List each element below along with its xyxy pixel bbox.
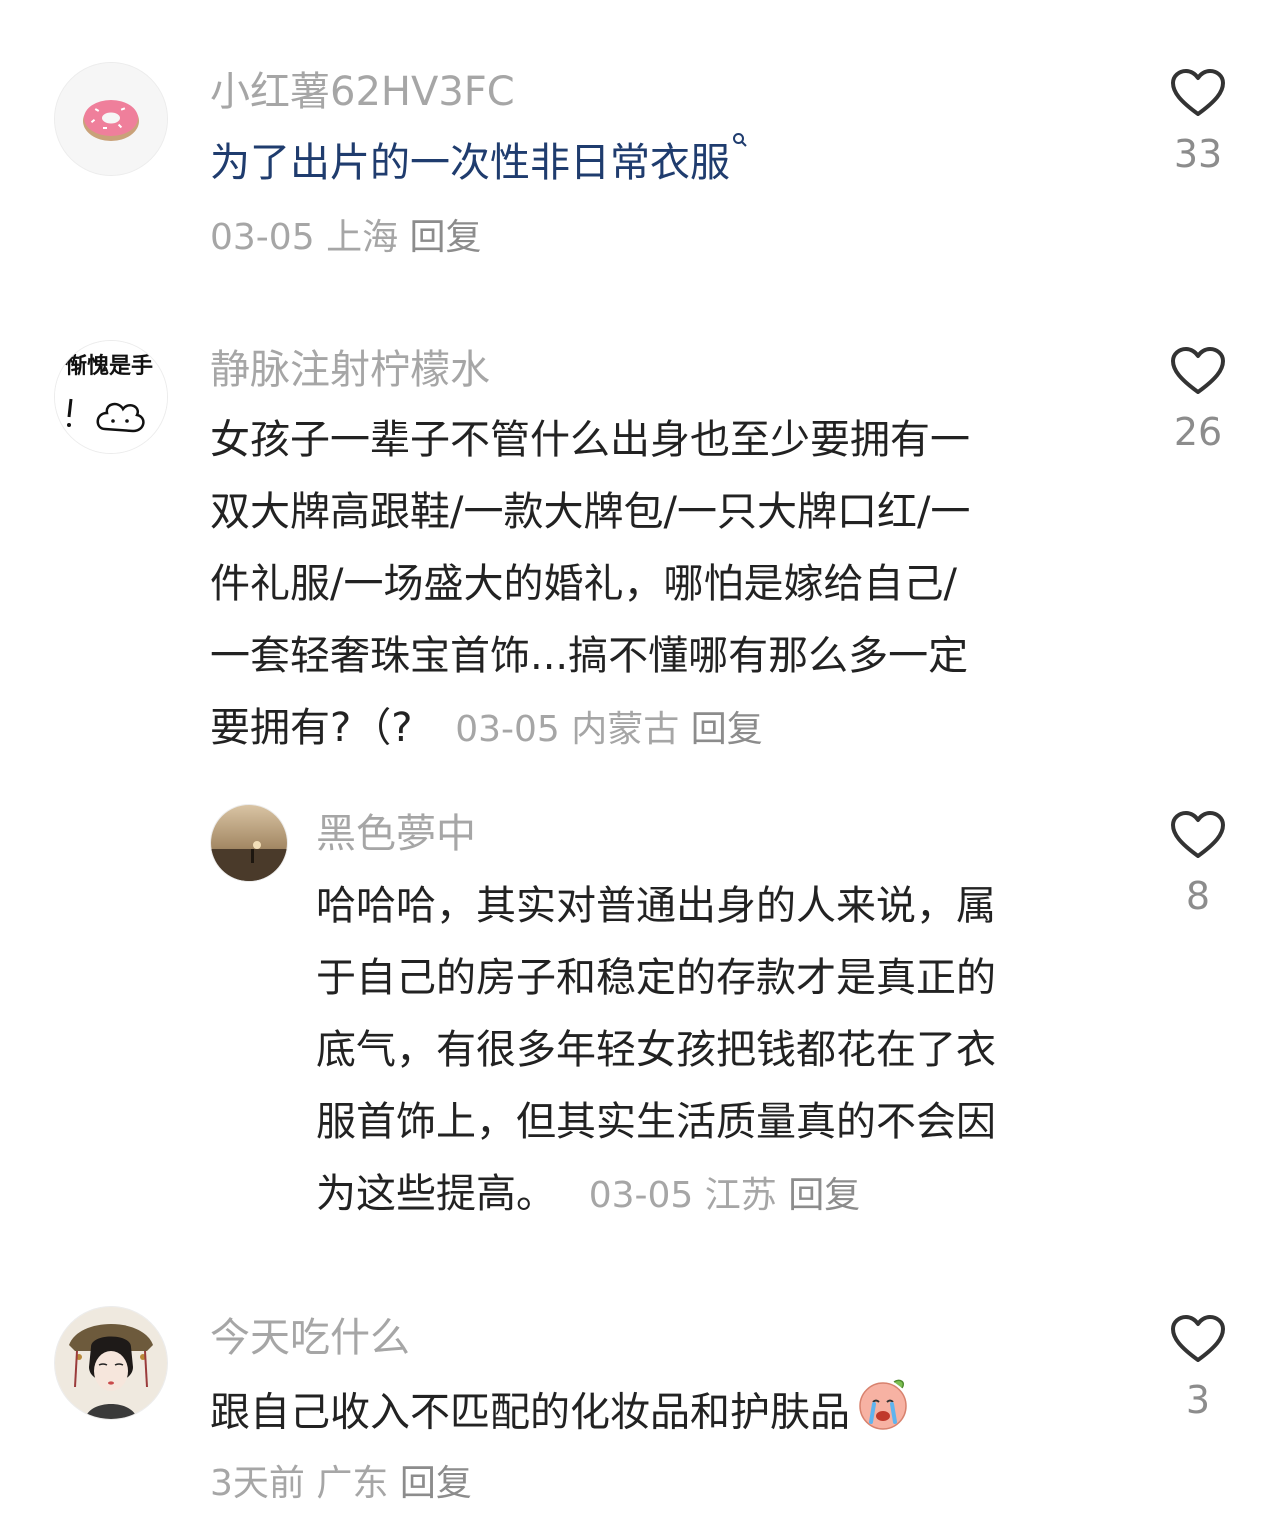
comment-item: 惭愧是手 静脉注射柠檬水 女孩子一辈子不管什么出身也至少要拥有一 双大牌高跟鞋/… — [0, 300, 1282, 780]
comment-meta: 03-05 上海 回复 — [210, 214, 482, 262]
comment-text-body: 跟自己收入不匹配的化妆品和护肤品 — [210, 1389, 850, 1436]
comment-line: 为这些提高。 — [316, 1171, 556, 1217]
comment-location: 上海 — [326, 217, 399, 258]
comment-location: 江苏 — [704, 1175, 777, 1216]
comment-line-last: 为这些提高。 03-05 江苏 回复 — [316, 1158, 996, 1232]
comment-line: 一套轻奢珠宝首饰...搞不懂哪有那么多一定 — [210, 633, 969, 679]
comment-line: 底气，有很多年轻女孩把钱都花在了衣 — [316, 1027, 996, 1073]
comment-line: 于自己的房子和稳定的存款才是真正的 — [316, 955, 996, 1001]
comment-meta: 03-05 内蒙古 回复 — [455, 709, 763, 750]
comment-text-body: 为了出片的一次性非日常衣服 — [210, 140, 730, 186]
reply-button[interactable]: 回复 — [788, 1175, 860, 1216]
username[interactable]: 今天吃什么 — [210, 1314, 410, 1362]
like-button[interactable]: 33 — [1158, 68, 1238, 176]
like-button[interactable]: 3 — [1158, 1314, 1238, 1422]
avatar-text: 惭愧是手 — [65, 353, 153, 379]
sunset-photo-icon — [211, 805, 287, 881]
comment-line: 双大牌高跟鞋/一款大牌包/一只大牌口红/一 — [210, 489, 971, 535]
comment-line: 女孩子一辈子不管什么出身也至少要拥有一 — [210, 417, 970, 463]
comment-line: 要拥有?（? — [210, 705, 413, 751]
comment-text[interactable]: 女孩子一辈子不管什么出身也至少要拥有一 双大牌高跟鞋/一款大牌包/一只大牌口红/… — [210, 404, 970, 766]
reply-button[interactable]: 回复 — [400, 1463, 472, 1504]
heart-outline-icon[interactable] — [1170, 68, 1226, 118]
comment-line: 哈哈哈，其实对普通出身的人来说，属 — [316, 883, 996, 929]
like-count: 8 — [1185, 874, 1211, 918]
comment-item: 今天吃什么 跟自己收入不匹配的化妆品和护肤品 3天前 广东 回复 3 — [0, 1250, 1282, 1538]
username[interactable]: 黑色夢中 — [316, 810, 476, 858]
comment-location: 广东 — [316, 1463, 389, 1504]
user-avatar[interactable] — [210, 804, 288, 882]
user-avatar[interactable] — [54, 1306, 168, 1420]
like-count: 26 — [1173, 410, 1223, 454]
reply-button[interactable]: 回复 — [691, 709, 763, 750]
comment-line: 服首饰上，但其实生活质量真的不会因 — [316, 1099, 996, 1145]
donut-icon — [55, 63, 167, 175]
heart-outline-icon[interactable] — [1170, 810, 1226, 860]
username[interactable]: 小红薯62HV3FC — [210, 68, 515, 116]
crying-face-emoji — [854, 1374, 912, 1455]
handwritten-icon: 惭愧是手 — [55, 341, 167, 453]
comment-meta: 03-05 江苏 回复 — [589, 1175, 861, 1216]
comment-text[interactable]: 跟自己收入不匹配的化妆品和护肤品 — [210, 1374, 912, 1455]
comment-text[interactable]: 为了出片的一次性非日常衣服 — [210, 127, 748, 199]
comment-date: 03-05 — [455, 709, 560, 750]
comment-date: 03-05 — [588, 1175, 694, 1216]
comment-date: 03-05 — [210, 217, 315, 258]
user-avatar[interactable]: 惭愧是手 — [54, 340, 168, 454]
comment-item: 小红薯62HV3FC 为了出片的一次性非日常衣服 03-05 上海 回复 33 — [0, 0, 1282, 300]
like-count: 3 — [1185, 1378, 1211, 1422]
illustrated-lady-icon — [55, 1307, 167, 1419]
comment-date: 3天前 — [210, 1463, 305, 1504]
like-button[interactable]: 26 — [1158, 346, 1238, 454]
search-icon[interactable] — [732, 127, 748, 157]
user-avatar[interactable] — [54, 62, 168, 176]
comment-text[interactable]: 哈哈哈，其实对普通出身的人来说，属 于自己的房子和稳定的存款才是真正的 底气，有… — [316, 870, 996, 1232]
comment-meta: 3天前 广东 回复 — [210, 1460, 472, 1508]
comment-line: 件礼服/一场盛大的婚礼，哪怕是嫁给自己/ — [210, 561, 957, 607]
like-count: 33 — [1173, 132, 1223, 176]
heart-outline-icon[interactable] — [1170, 1314, 1226, 1364]
comment-line-last: 要拥有?（? 03-05 内蒙古 回复 — [210, 692, 970, 766]
username[interactable]: 静脉注射柠檬水 — [210, 346, 490, 394]
comment-location: 内蒙古 — [571, 709, 680, 750]
reply-item: 黑色夢中 哈哈哈，其实对普通出身的人来说，属 于自己的房子和稳定的存款才是真正的… — [0, 780, 1282, 1250]
heart-outline-icon[interactable] — [1170, 346, 1226, 396]
like-button[interactable]: 8 — [1158, 810, 1238, 918]
reply-button[interactable]: 回复 — [410, 217, 482, 258]
